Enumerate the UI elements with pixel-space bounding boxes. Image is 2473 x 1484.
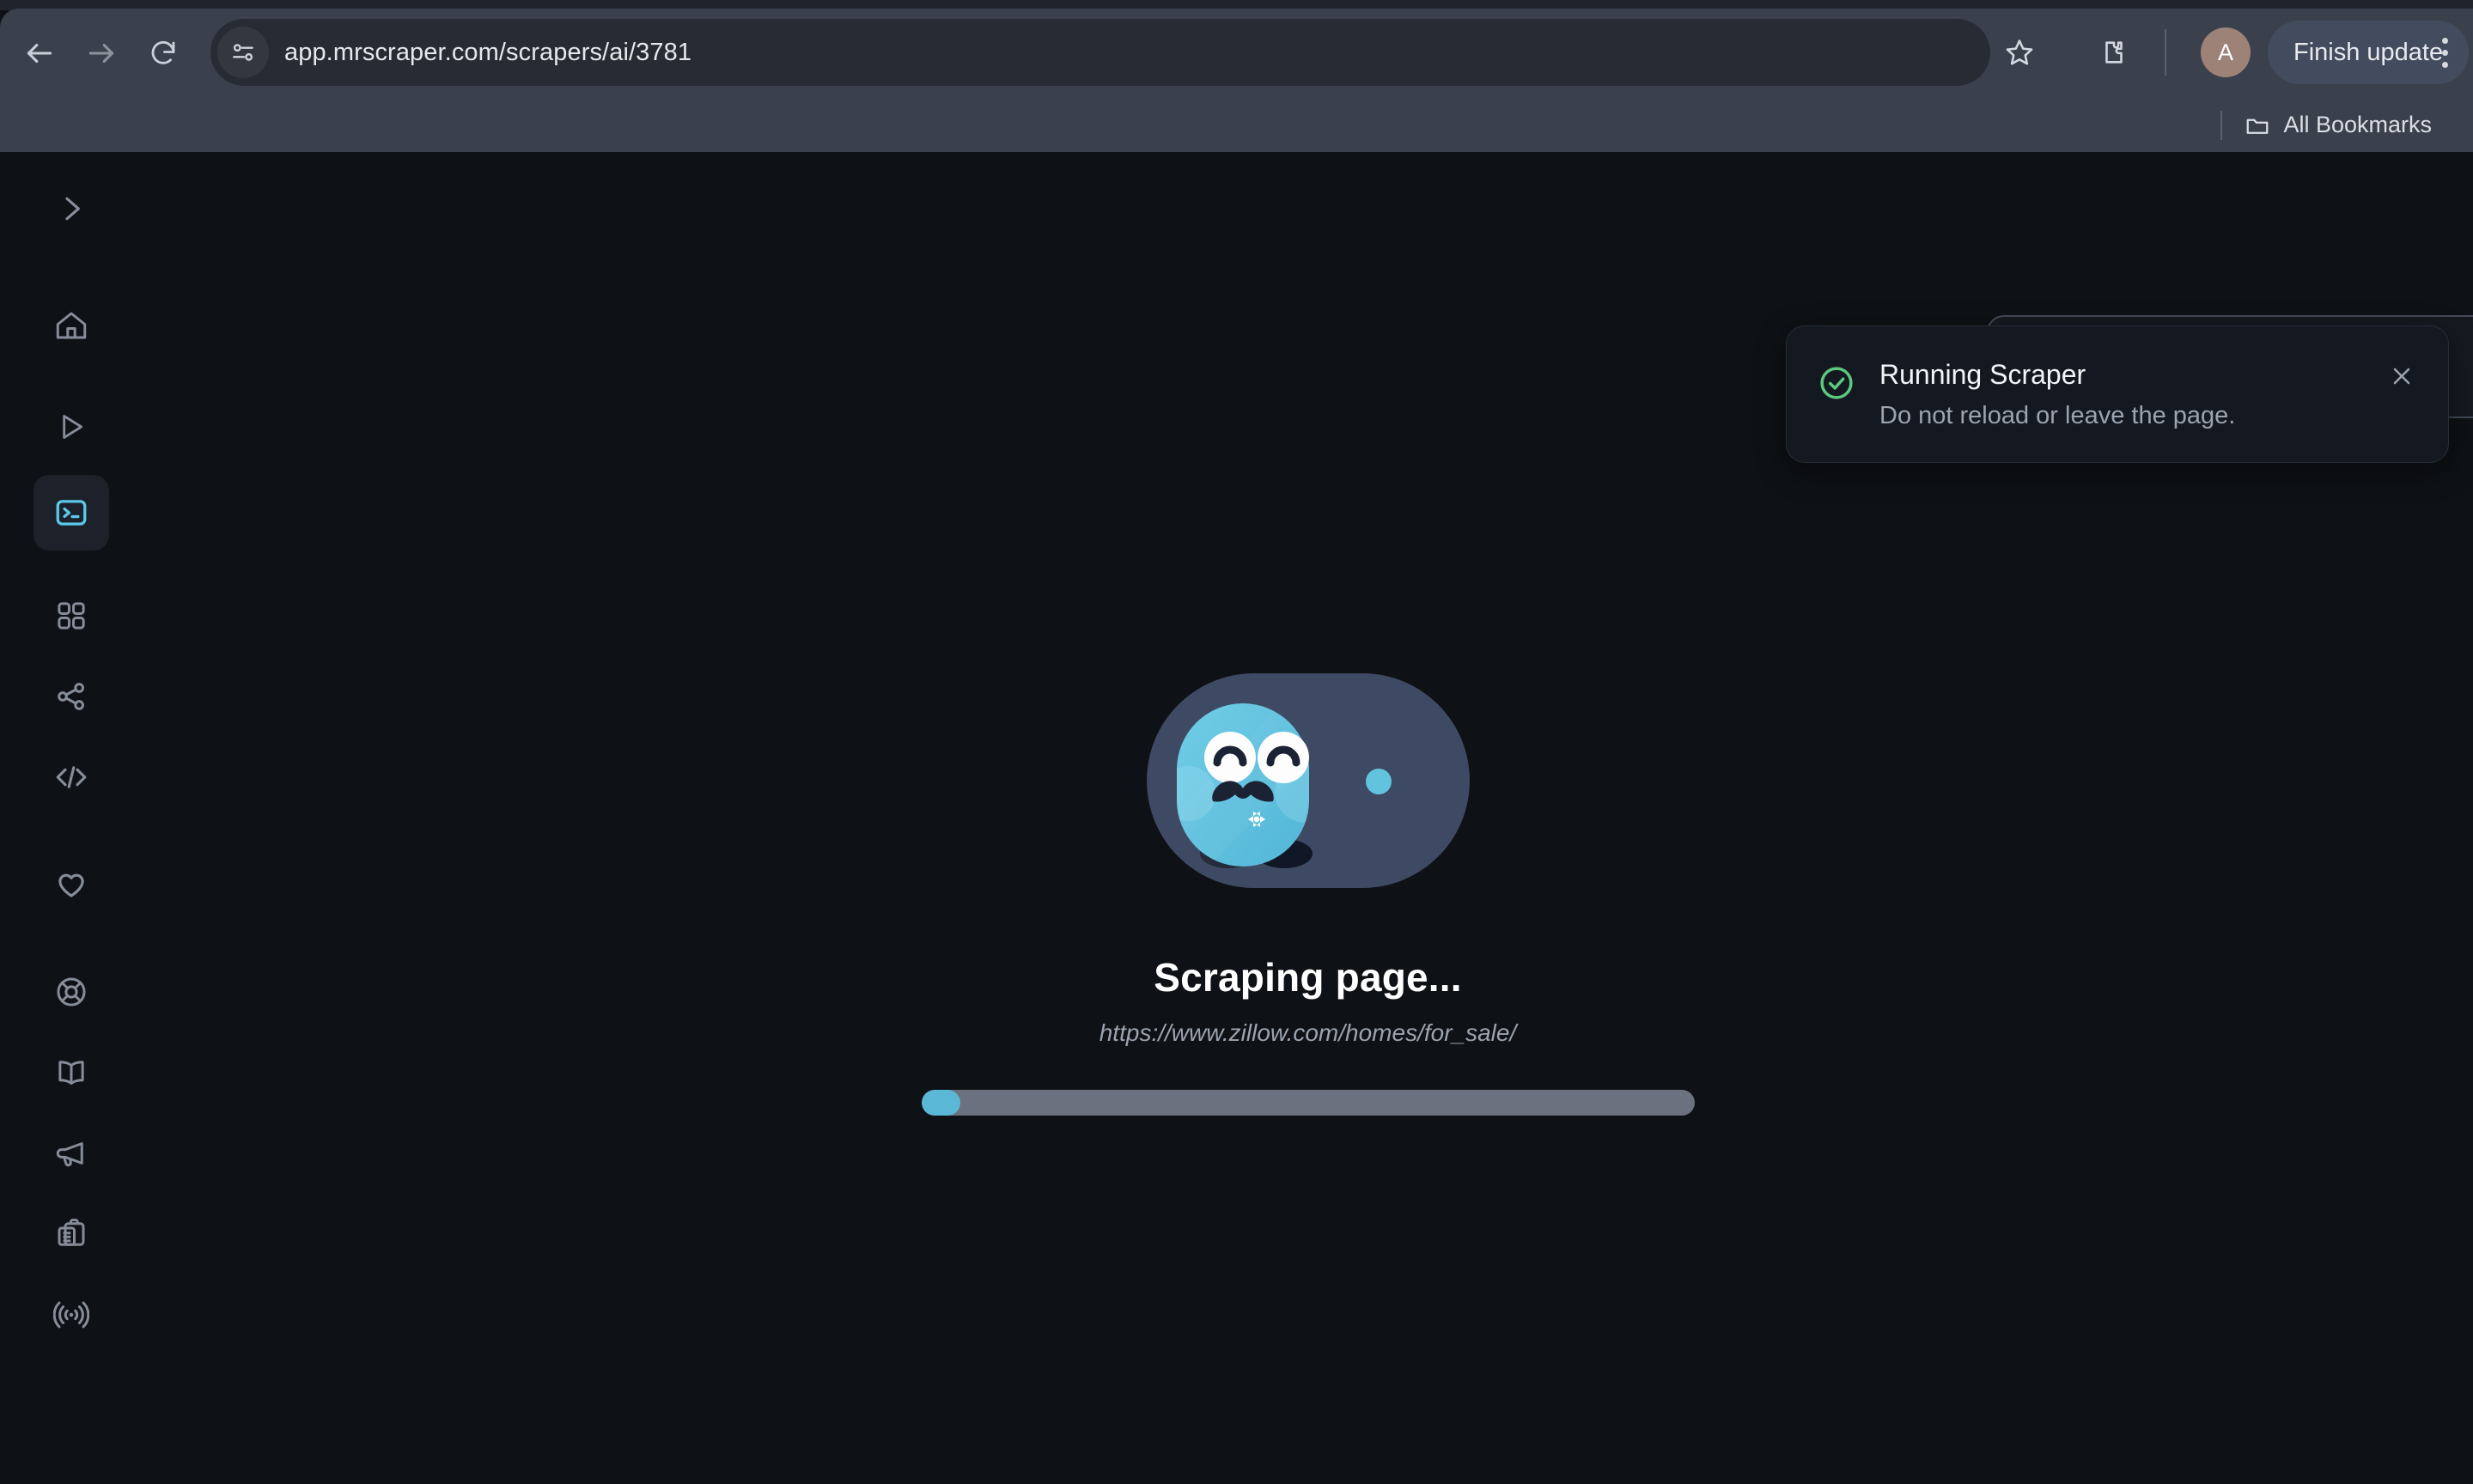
- check-circle-icon: [1818, 364, 1855, 406]
- reload-button[interactable]: [132, 22, 194, 84]
- back-button[interactable]: [9, 22, 70, 84]
- code-icon: [56, 766, 87, 788]
- bookmarks-bar: All Bookmarks: [0, 98, 2473, 152]
- sidebar-item-announcements[interactable]: [34, 1116, 109, 1191]
- share-icon: [58, 683, 84, 710]
- extensions-puzzle-icon: [2105, 41, 2123, 64]
- play-icon: [63, 415, 83, 439]
- dot: [2441, 49, 2448, 56]
- sidebar-item-collapse-expand[interactable]: [34, 171, 109, 246]
- bookmarks-divider: [2220, 110, 2223, 140]
- forward-button[interactable]: [70, 22, 132, 84]
- dot: [2441, 37, 2448, 44]
- tune-icon: [233, 44, 253, 61]
- toast-message: Do not reload or leave the page.: [1879, 402, 2236, 429]
- extensions-button[interactable]: [2087, 26, 2141, 79]
- address-bar[interactable]: app.mrscraper.com/scrapers/ai/3781: [210, 19, 1990, 86]
- reload-icon: [151, 40, 175, 64]
- dot: [2441, 61, 2448, 68]
- all-bookmarks-label: All Bookmarks: [2283, 112, 2432, 137]
- arrow-left-icon: [27, 43, 52, 64]
- scrape-progress-fill: [921, 1090, 960, 1116]
- toolbar-divider: [2165, 29, 2166, 76]
- app-sidebar: [0, 152, 143, 1484]
- megaphone-icon: [56, 1142, 83, 1167]
- bookmark-star-button[interactable]: [1991, 24, 2048, 81]
- sidebar-item-docs[interactable]: [34, 1035, 109, 1110]
- url-text: app.mrscraper.com/scrapers/ai/3781: [284, 38, 692, 66]
- grid-icon: [58, 602, 85, 629]
- sidebar-item-support[interactable]: [34, 954, 109, 1030]
- site-info-button[interactable]: [217, 27, 269, 78]
- close-icon: [2393, 368, 2410, 385]
- toast-close-button[interactable]: [2379, 354, 2424, 398]
- life-ring-icon: [57, 977, 86, 1007]
- heart-icon: [58, 873, 84, 897]
- all-bookmarks-button[interactable]: All Bookmarks: [2245, 112, 2432, 138]
- sidebar-item-api[interactable]: [34, 739, 109, 815]
- sidebar-item-templates[interactable]: [34, 578, 109, 654]
- home-icon: [56, 312, 87, 339]
- book-icon: [58, 1061, 84, 1086]
- star-icon: [2006, 40, 2033, 65]
- profile-avatar[interactable]: A: [2201, 27, 2251, 77]
- sidebar-item-runs[interactable]: [34, 389, 109, 465]
- sidebar-item-scrapers[interactable]: [34, 475, 109, 550]
- scrape-progress-bar: [921, 1090, 1695, 1116]
- toast-title: Running Scraper: [1879, 359, 2086, 390]
- arrow-right-icon: [88, 43, 114, 64]
- target-url-label: https://www.zillow.com/homes/for_sale/: [1099, 1019, 1517, 1046]
- application-window: Scraping page... https://www.zillow.com/…: [0, 152, 2473, 1484]
- mrscraper-mascot-icon: [1146, 673, 1470, 888]
- sidebar-item-tasks[interactable]: [34, 1196, 109, 1272]
- sidebar-item-favorites[interactable]: [34, 846, 109, 921]
- clipboard-icon: [58, 1219, 85, 1246]
- sidebar-item-integrations[interactable]: [34, 659, 109, 734]
- navigation-buttons: [0, 22, 194, 84]
- page-title: Scraping page...: [1154, 955, 1462, 1000]
- running-scraper-toast: Running Scraper Do not reload or leave t…: [1786, 325, 2449, 463]
- chevron-right-icon: [65, 197, 80, 221]
- terminal-icon: [56, 500, 87, 526]
- folder-icon: [2247, 119, 2269, 134]
- sidebar-item-status[interactable]: [34, 1277, 109, 1353]
- sidebar-item-home[interactable]: [34, 288, 109, 363]
- mascot-illustration: [1146, 673, 1470, 892]
- chrome-menu-button[interactable]: [2426, 22, 2464, 82]
- broadcast-icon: [53, 1301, 89, 1329]
